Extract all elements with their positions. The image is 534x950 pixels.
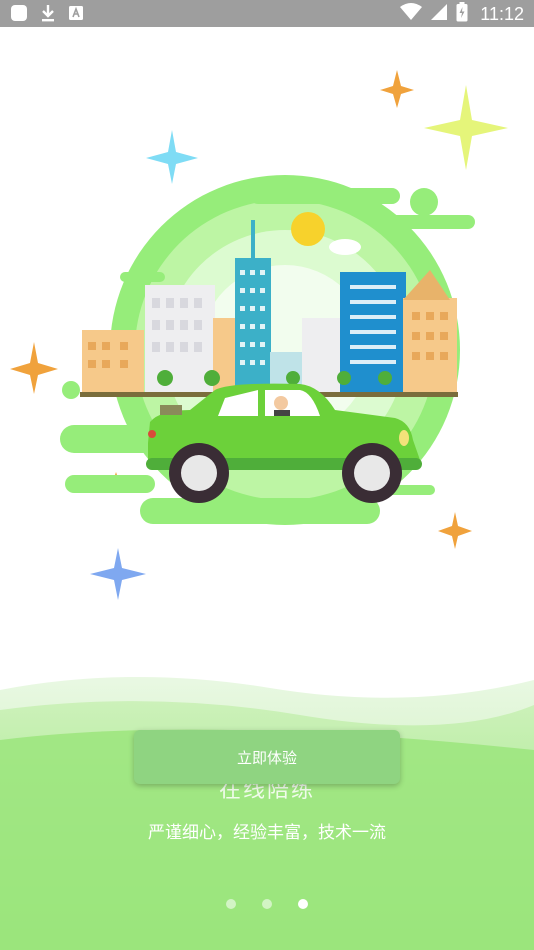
onboarding-tagline: 严谨细心，经验丰富，技术一流 — [148, 823, 386, 843]
keyboard-a-icon — [68, 5, 84, 25]
page-indicator — [0, 899, 534, 909]
cellular-signal-icon — [430, 3, 448, 25]
page-dot-2[interactable] — [262, 899, 272, 909]
start-experience-button[interactable]: 立即体验 — [134, 730, 400, 784]
city-car-illustration — [10, 70, 508, 600]
status-time: 11:12 — [480, 3, 524, 24]
sun — [291, 212, 325, 246]
wifi-icon — [400, 3, 423, 25]
status-bar: 11:12 — [0, 0, 534, 27]
battery-icon — [456, 2, 468, 26]
page-dot-3-active[interactable] — [298, 899, 308, 909]
app-notification-icon — [10, 4, 28, 26]
download-icon — [40, 4, 56, 26]
page-dot-1[interactable] — [226, 899, 236, 909]
